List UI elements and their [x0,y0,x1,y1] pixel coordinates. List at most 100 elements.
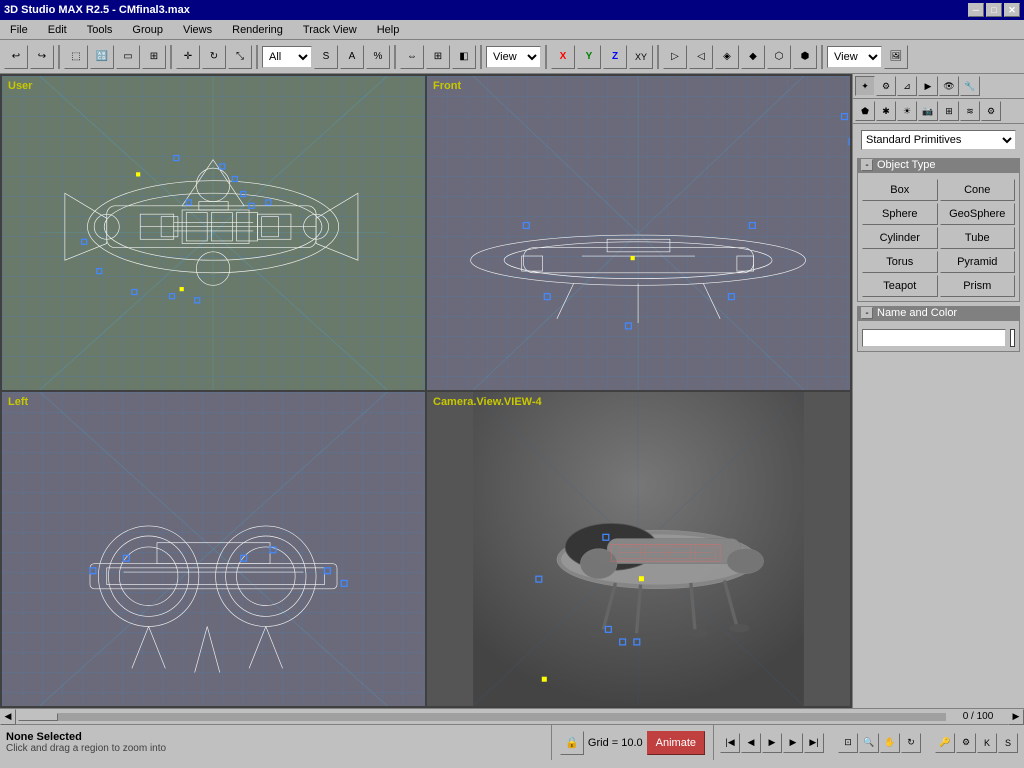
lights-btn[interactable]: ☀ [897,101,917,121]
redo-button[interactable]: ↪ [30,45,54,69]
systems-btn[interactable]: ⚙ [981,101,1001,121]
primitive-type-dropdown-wrap: Standard Primitives Extended Primitives … [857,127,1020,153]
menu-help[interactable]: Help [371,22,406,38]
snap-toggle[interactable]: S [314,45,338,69]
object-name-input[interactable] [862,329,1006,347]
object-type-collapse-btn[interactable]: - [861,159,873,171]
maximize-button[interactable]: □ [986,3,1002,17]
menu-file[interactable]: File [4,22,34,38]
cylinder-btn[interactable]: Cylinder [862,227,938,249]
app-title: 3D Studio MAX R2.5 - CMfinal3.max [4,4,190,16]
xy-axis-btn[interactable]: XY [629,45,653,69]
close-button[interactable]: ✕ [1004,3,1020,17]
menu-tools[interactable]: Tools [81,22,119,38]
key-btn[interactable]: 🔑 [935,733,955,753]
viewport-camera[interactable]: Camera.View.VIEW-4 [426,391,851,707]
viewport-user[interactable]: User [1,75,426,391]
mirror-button[interactable]: ⇔ [400,45,424,69]
undo-button[interactable]: ↩ [4,45,28,69]
scroll-right-btn[interactable]: ▶ [1008,709,1024,725]
cameras-btn[interactable]: 📷 [918,101,938,121]
go-start-btn[interactable]: |◀ [720,733,740,753]
array-button[interactable]: ⊞ [426,45,450,69]
teapot-btn[interactable]: Teapot [862,275,938,297]
minimize-button[interactable]: ─ [968,3,984,17]
key-slide-btn[interactable]: S [998,733,1018,753]
box-btn[interactable]: Box [862,179,938,201]
x-axis-btn[interactable]: X [551,45,575,69]
tube-btn[interactable]: Tube [940,227,1016,249]
navigate-btn2[interactable]: ◁ [689,45,713,69]
spacecraft-wireframe-user [2,76,425,390]
viewport-label-front: Front [433,80,461,92]
render-type-button[interactable]: ◧ [452,45,476,69]
next-frame-btn[interactable]: ▶ [783,733,803,753]
render-btn[interactable]: 🖼 [884,45,908,69]
select-name-button[interactable]: 🔠 [90,45,114,69]
spacewarp-btn[interactable]: ≋ [960,101,980,121]
rotate-view-btn[interactable]: ↻ [901,733,921,753]
viewport-left[interactable]: Left [1,391,426,707]
modify-tab-btn[interactable]: ⚙ [876,76,896,96]
pyramid-btn[interactable]: Pyramid [940,251,1016,273]
play-btn[interactable]: ▶ [762,733,782,753]
prev-frame-btn[interactable]: ◀ [741,733,761,753]
viewport-label-camera: Camera.View.VIEW-4 [433,396,542,408]
navigate-btn3[interactable]: ◈ [715,45,739,69]
navigate-btn1[interactable]: ▷ [663,45,687,69]
angle-snap[interactable]: A [340,45,364,69]
color-swatch[interactable] [1010,329,1015,347]
navigate-btn6[interactable]: ⬢ [793,45,817,69]
view-dropdown-left[interactable]: View [486,46,541,68]
select-filter-button[interactable]: ⊞ [142,45,166,69]
render-view-dropdown[interactable]: View [827,46,882,68]
name-color-collapse-btn[interactable]: - [861,307,873,319]
z-axis-btn[interactable]: Z [603,45,627,69]
shapes-btn[interactable]: ✱ [876,101,896,121]
navigate-btn4[interactable]: ◆ [741,45,765,69]
rect-select-button[interactable]: ▭ [116,45,140,69]
animate-button[interactable]: Animate [647,731,705,755]
torus-btn[interactable]: Torus [862,251,938,273]
menu-edit[interactable]: Edit [42,22,73,38]
primitive-type-dropdown[interactable]: Standard Primitives Extended Primitives … [861,130,1016,150]
scroll-thumb[interactable] [18,713,58,721]
rotate-button[interactable]: ↻ [202,45,226,69]
rp-toolbar-row2: ⬟ ✱ ☀ 📷 ⊞ ≋ ⚙ [853,99,1024,124]
percent-snap[interactable]: % [366,45,390,69]
key-mode-btn[interactable]: K [977,733,997,753]
helpers-btn[interactable]: ⊞ [939,101,959,121]
scale-button[interactable]: ⤡ [228,45,252,69]
create-tab-btn[interactable]: ✦ [855,76,875,96]
sphere-btn[interactable]: Sphere [862,203,938,225]
lock-button[interactable]: 🔒 [560,731,584,755]
snap-dropdown[interactable]: All [262,46,312,68]
viewport-front[interactable]: Front [426,75,851,391]
move-button[interactable]: ✛ [176,45,200,69]
motion-tab-btn[interactable]: ▶ [918,76,938,96]
cone-btn[interactable]: Cone [940,179,1016,201]
menu-rendering[interactable]: Rendering [226,22,289,38]
select-button[interactable]: ⬚ [64,45,88,69]
display-tab-btn[interactable]: 👁 [939,76,959,96]
zoom-btn[interactable]: 🔍 [859,733,879,753]
hierarchy-tab-btn[interactable]: ⊿ [897,76,917,96]
geometry-btn[interactable]: ⬟ [855,101,875,121]
prism-btn[interactable]: Prism [940,275,1016,297]
go-end-btn[interactable]: ▶| [804,733,824,753]
scroll-left-btn[interactable]: ◀ [0,709,16,725]
y-axis-btn[interactable]: Y [577,45,601,69]
menu-trackview[interactable]: Track View [297,22,363,38]
zoom-extents-btn[interactable]: ⊡ [838,733,858,753]
menu-views[interactable]: Views [177,22,218,38]
object-type-content: Box Cone Sphere GeoSphere Cylinder Tube … [857,172,1020,302]
menu-group[interactable]: Group [126,22,169,38]
utilities-tab-btn[interactable]: 🔧 [960,76,980,96]
scroll-track[interactable] [18,713,946,721]
navigate-btn5[interactable]: ⬡ [767,45,791,69]
view-controls: ⊡ 🔍 ✋ ↻ [838,733,921,753]
window-controls[interactable]: ─ □ ✕ [968,3,1020,17]
geosphere-btn[interactable]: GeoSphere [940,203,1016,225]
pan-btn[interactable]: ✋ [880,733,900,753]
key-filter-btn[interactable]: ⚙ [956,733,976,753]
